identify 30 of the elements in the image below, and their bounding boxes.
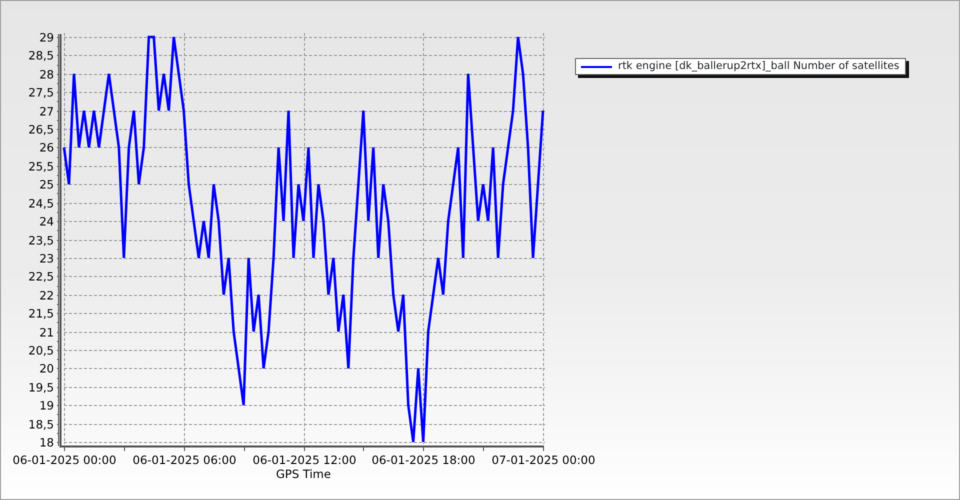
x-tick-label: 06-01-2025 00:00 xyxy=(12,453,116,467)
y-tick-label: 19 xyxy=(39,398,54,412)
y-tick-label: 24 xyxy=(39,214,54,228)
y-tick-label: 27,5 xyxy=(28,86,54,100)
y-tick-label: 28,5 xyxy=(28,48,54,62)
x-tick-label: 06-01-2025 12:00 xyxy=(252,453,356,467)
y-tick-label: 26,5 xyxy=(28,122,54,136)
y-tick-label: 20 xyxy=(39,362,54,376)
y-tick-label: 27 xyxy=(39,104,54,118)
y-tick-label: 18,5 xyxy=(28,418,54,432)
y-tick-label: 23 xyxy=(39,252,54,266)
y-tick-label: 28 xyxy=(39,68,54,82)
y-tick-label: 25 xyxy=(39,178,54,192)
y-tick-label: 24,5 xyxy=(28,196,54,210)
x-tick-label: 06-01-2025 06:00 xyxy=(132,453,236,467)
x-tick-label: 06-01-2025 18:00 xyxy=(372,453,476,467)
y-tick-label: 21,5 xyxy=(28,306,54,320)
x-tick-label: 07-01-2025 00:00 xyxy=(492,453,596,467)
y-tick-label: 25,5 xyxy=(28,160,54,174)
x-axis-title: GPS Time xyxy=(276,467,331,481)
y-tick-label: 23,5 xyxy=(28,234,54,248)
y-tick-label: 21 xyxy=(39,326,54,340)
y-tick-label: 29 xyxy=(39,30,54,44)
y-tick-label: 26 xyxy=(39,140,54,154)
y-tick-label: 22 xyxy=(39,288,54,302)
y-tick-label: 20,5 xyxy=(28,344,54,358)
y-tick-label: 19,5 xyxy=(28,380,54,394)
y-tick-label: 22,5 xyxy=(28,270,54,284)
legend-label: rtk engine [dk_ballerup2rtx]_ball Number of satellites xyxy=(618,60,900,73)
y-tick-label: 18 xyxy=(39,436,54,450)
